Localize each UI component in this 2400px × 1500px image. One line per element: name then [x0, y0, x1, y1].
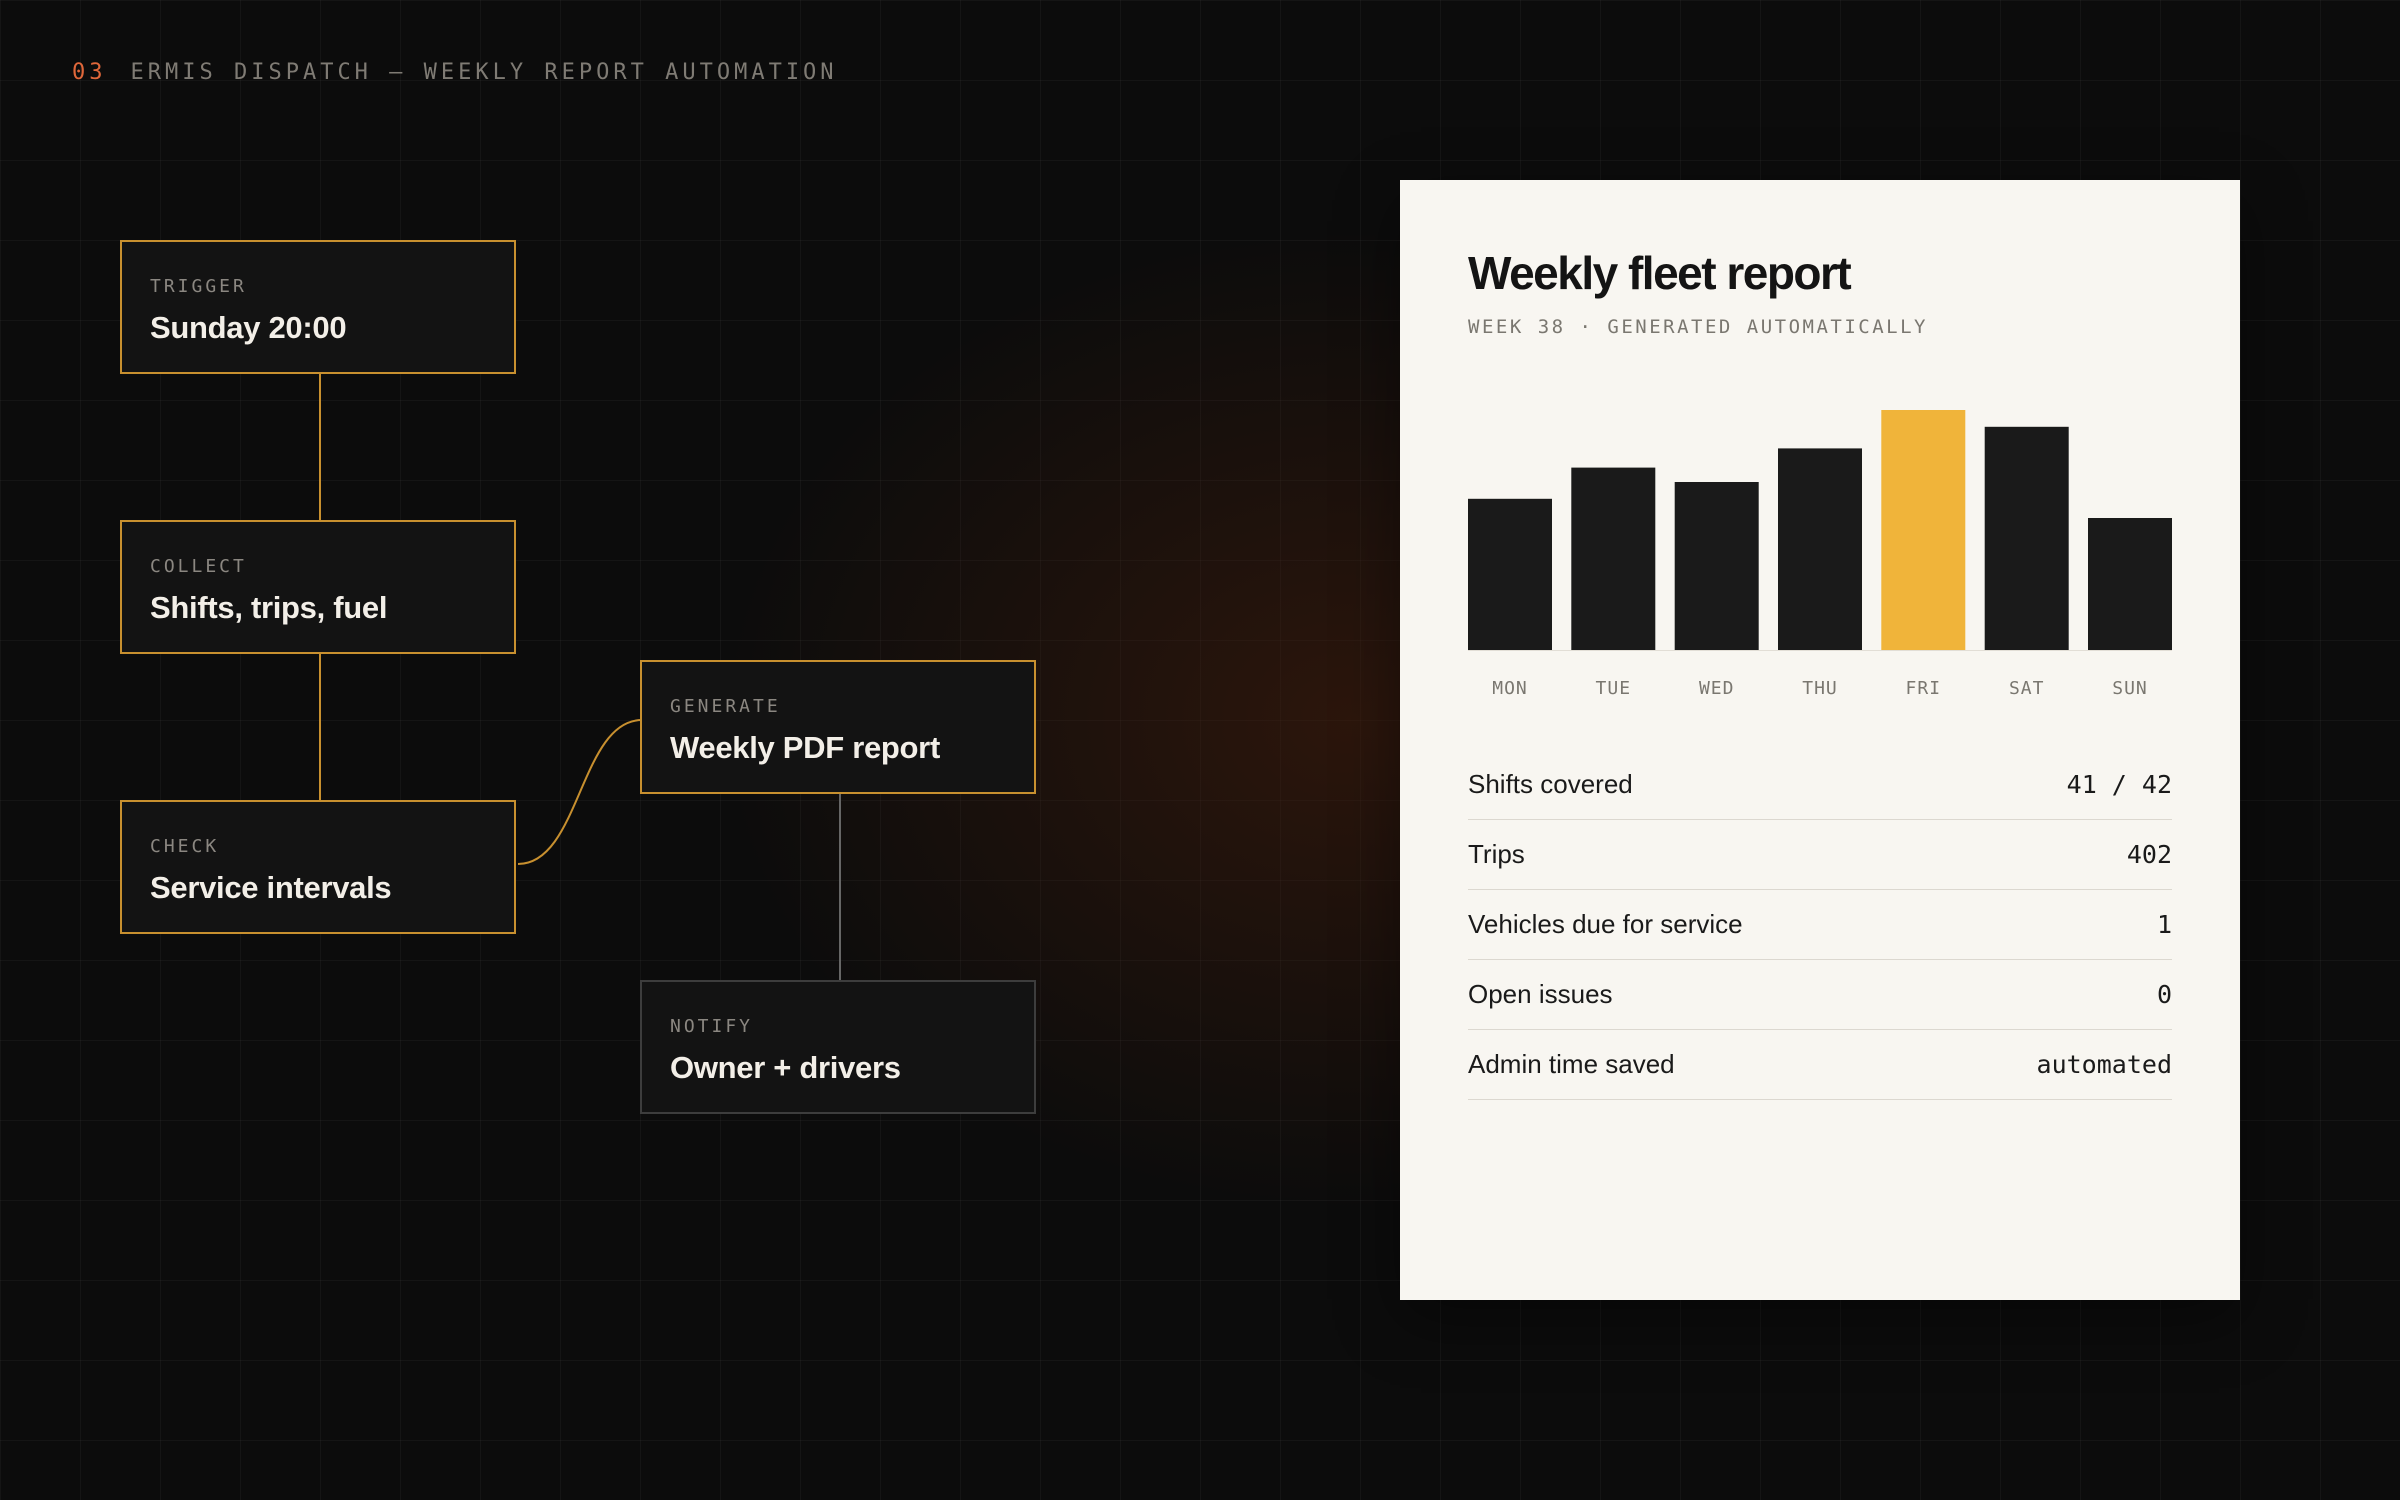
node-kicker: NOTIFY: [670, 1016, 754, 1037]
stat-value: 402: [2126, 840, 2172, 869]
bar-thu: [1778, 448, 1862, 650]
node-title: Owner + drivers: [670, 1050, 901, 1085]
stat-value: 41 / 42: [2066, 770, 2172, 799]
bar-wed: [1674, 482, 1759, 650]
x-tick-label-thu: THU: [1802, 678, 1838, 699]
stat-row-admin-time-saved: Admin time saved automated: [1468, 1030, 2172, 1100]
bar-sun: [2088, 518, 2172, 650]
x-tick-label-wed: WED: [1699, 678, 1735, 699]
bar-sat: [1984, 426, 2069, 650]
report-title: Weekly fleet report: [1468, 247, 1852, 299]
node-title: Shifts, trips, fuel: [150, 590, 388, 625]
bar-fri: [1881, 410, 1966, 650]
bar-tue: [1571, 467, 1656, 650]
x-tick-label-sun: SUN: [2112, 678, 2148, 699]
report-card: Weekly fleet report WEEK 38 · GENERATED …: [1400, 180, 2240, 1300]
stat-label: Shifts covered: [1468, 769, 1633, 799]
x-tick-label-tue: TUE: [1596, 678, 1632, 699]
stat-label: Admin time saved: [1468, 1049, 1675, 1079]
stat-value: automated: [2036, 1050, 2172, 1079]
stat-value: 0: [2156, 980, 2172, 1009]
stat-row-shifts-covered: Shifts covered 41 / 42: [1468, 750, 2172, 820]
x-tick-label-sat: SAT: [2009, 678, 2045, 699]
stat-row-trips: Trips 402: [1468, 820, 2172, 890]
node-kicker: COLLECT: [150, 556, 247, 577]
weekly-bar-chart: MON TUE WED THU FRI SAT SUN: [1468, 410, 2172, 699]
report-subtitle: WEEK 38 · GENERATED AUTOMATICALLY: [1468, 316, 1928, 338]
x-tick-label-mon: MON: [1492, 678, 1528, 699]
flow-node-notify[interactable]: NOTIFY Owner + drivers: [640, 980, 1036, 1114]
stat-row-vehicles-due: Vehicles due for service 1: [1468, 890, 2172, 960]
node-kicker: CHECK: [150, 836, 220, 857]
stat-label: Open issues: [1468, 979, 1613, 1009]
flow-node-trigger[interactable]: TRIGGER Sunday 20:00: [120, 240, 516, 374]
node-title: Weekly PDF report: [670, 730, 940, 765]
report-stats: Shifts covered 41 / 42 Trips 402 Vehicle…: [1468, 750, 2172, 1100]
flow-node-check[interactable]: CHECK Service intervals: [120, 800, 516, 934]
bar-mon: [1468, 498, 1552, 650]
connector-check-generate: [517, 719, 643, 865]
flow-node-collect[interactable]: COLLECT Shifts, trips, fuel: [120, 520, 516, 654]
stat-row-open-issues: Open issues 0: [1468, 960, 2172, 1030]
node-title: Sunday 20:00: [150, 310, 347, 345]
node-kicker: GENERATE: [670, 696, 781, 717]
node-title: Service intervals: [150, 870, 392, 905]
flow-node-generate[interactable]: GENERATE Weekly PDF report: [640, 660, 1036, 794]
stat-label: Vehicles due for service: [1468, 909, 1743, 939]
x-tick-label-fri: FRI: [1906, 678, 1942, 699]
stat-value: 1: [2156, 910, 2172, 939]
node-kicker: TRIGGER: [150, 276, 247, 297]
stat-label: Trips: [1468, 839, 1525, 869]
